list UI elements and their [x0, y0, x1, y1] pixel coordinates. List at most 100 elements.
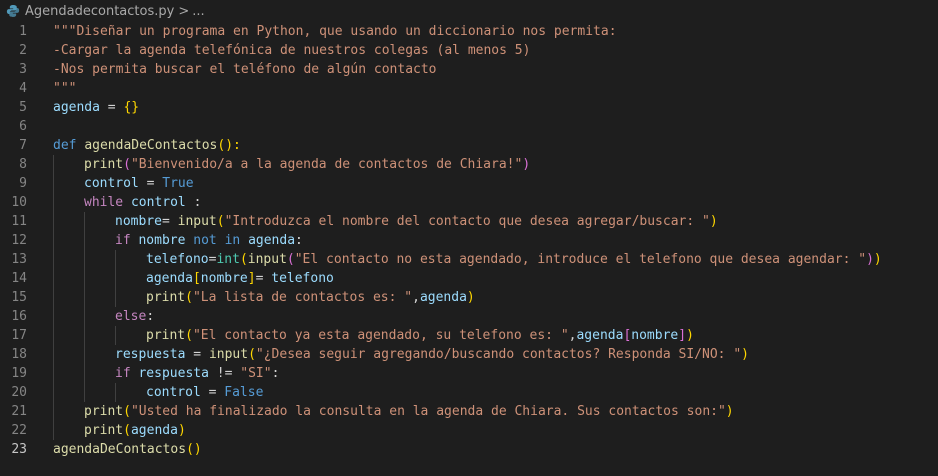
code-token: "Bienvenido/a a la agenda de contactos d…: [130, 157, 523, 172]
code-token: agenda: [146, 271, 193, 286]
code-token: control: [146, 385, 201, 400]
code-token: agenda: [53, 100, 100, 115]
indent-guide: [53, 193, 54, 212]
code-line[interactable]: 12 if nombre not in agenda:: [0, 231, 938, 250]
code-line[interactable]: 6: [0, 117, 938, 136]
code-line[interactable]: 11 nombre= input("Introduzca el nombre de…: [0, 212, 938, 231]
indent-guide: [53, 364, 54, 383]
indent-guide: [53, 155, 54, 174]
code-line[interactable]: 14 agenda[nombre]= telefono: [0, 269, 938, 288]
code-token: =: [99, 100, 124, 115]
code-token: =: [255, 271, 272, 286]
line-number: 18: [11, 347, 27, 362]
indent-guide: [53, 402, 54, 421]
code-text: control = False: [146, 383, 263, 402]
indent-guide: [53, 174, 54, 193]
code-text: print("El contacto ya esta agendado, su …: [146, 326, 694, 345]
line-number: 6: [19, 119, 27, 134]
line-number: 4: [19, 81, 27, 96]
code-line[interactable]: 19 if respuesta != "SI":: [0, 364, 938, 383]
code-line[interactable]: 23 agendaDeContactos(): [0, 440, 938, 459]
code-token: if: [115, 233, 131, 248]
indent-guide: [84, 364, 85, 383]
code-line[interactable]: 9 control = True: [0, 174, 938, 193]
indent-guide: [84, 250, 85, 269]
breadcrumb-more[interactable]: ...: [192, 4, 204, 19]
code-line[interactable]: 5 agenda = {}: [0, 98, 938, 117]
python-file-icon: [6, 5, 20, 17]
code-line[interactable]: 18 respuesta = input("¿Desea seguir agreg…: [0, 345, 938, 364]
code-token: print: [146, 328, 186, 343]
code-line[interactable]: 1 """Diseñar un programa en Python, que u…: [0, 22, 938, 41]
code-token: ): [177, 423, 186, 438]
code-line[interactable]: 10 while control :: [0, 193, 938, 212]
line-number: 14: [11, 271, 27, 286]
code-token: "Usted ha finalizado la consulta en la a…: [130, 404, 726, 419]
code-line[interactable]: 15 print("La lista de contactos es: ",age…: [0, 288, 938, 307]
indent-guide: [53, 383, 54, 402]
code-editor[interactable]: 1 """Diseñar un programa en Python, que u…: [0, 22, 938, 459]
code-token: input: [208, 347, 249, 362]
code-token: {}: [123, 100, 140, 115]
code-token: agendaDeContactos: [84, 138, 218, 153]
code-token: print: [84, 404, 124, 419]
indent-guide: [53, 288, 54, 307]
code-token: ): [709, 214, 718, 229]
code-text: respuesta = input("¿Desea seguir agregan…: [115, 345, 749, 364]
code-line[interactable]: 7 def agendaDeContactos():: [0, 136, 938, 155]
code-token: ]: [247, 271, 256, 286]
indent-guide: [84, 326, 85, 345]
code-line[interactable]: 4 """: [0, 79, 938, 98]
code-line[interactable]: 20 control = False: [0, 383, 938, 402]
code-token: ): [741, 347, 749, 362]
indent-guide: [53, 345, 54, 364]
code-line[interactable]: 22 print(agenda): [0, 421, 938, 440]
code-token: control: [130, 195, 186, 210]
code-token: "SI": [240, 366, 272, 381]
code-token: ]: [678, 328, 687, 343]
code-line[interactable]: 21 print("Usted ha finalizado la consulta…: [0, 402, 938, 421]
indent-guide: [84, 212, 85, 231]
code-text: nombre= input("Introduzca el nombre del …: [115, 212, 718, 231]
code-token: print: [84, 157, 124, 172]
line-number: 7: [19, 138, 27, 153]
indent-guide: [84, 345, 85, 364]
code-token: agenda: [576, 328, 624, 343]
code-token: (: [248, 347, 256, 362]
code-token: agenda: [419, 290, 467, 305]
indent-guide: [115, 269, 116, 288]
indent-guide: [53, 212, 54, 231]
code-text: print("Bienvenido/a a la agenda de conta…: [84, 155, 530, 174]
code-token: -Nos permita buscar el teléfono de algún…: [53, 62, 437, 77]
code-token: (: [123, 157, 131, 172]
code-token: "El contacto ya esta agendado, su telefo…: [192, 328, 569, 343]
code-token: !=: [208, 366, 241, 381]
breadcrumb: Agendadecontactos.py > ...: [0, 0, 938, 22]
code-token: (: [123, 404, 131, 419]
code-token: respuesta: [138, 366, 209, 381]
indent-guide: [115, 326, 116, 345]
code-text: if respuesta != "SI":: [115, 364, 279, 383]
line-number: 13: [11, 252, 27, 267]
code-line[interactable]: 3 -Nos permita buscar el teléfono de algú…: [0, 60, 938, 79]
code-text: if nombre not in agenda:: [115, 231, 303, 250]
line-number: 19: [11, 366, 27, 381]
indent-guide: [84, 231, 85, 250]
code-line[interactable]: 16 else:: [0, 307, 938, 326]
code-token: "¿Desea seguir agregando/buscando contac…: [255, 347, 742, 362]
code-line[interactable]: 17 print("El contacto ya esta agendado, s…: [0, 326, 938, 345]
code-text: print(agenda): [84, 421, 186, 440]
code-text: """: [53, 79, 76, 98]
code-token: :: [271, 366, 280, 381]
code-line[interactable]: 13 telefono=int(input("El contacto no est…: [0, 250, 938, 269]
indent-guide: [53, 326, 54, 345]
line-number: 9: [19, 176, 27, 191]
code-token: :: [146, 309, 155, 324]
code-line[interactable]: 2 -Cargar la agenda telefónica de nuestro…: [0, 41, 938, 60]
code-line[interactable]: 8 print("Bienvenido/a a la agenda de cont…: [0, 155, 938, 174]
code-token: ): [725, 404, 734, 419]
breadcrumb-file-name[interactable]: Agendadecontactos.py: [25, 4, 174, 19]
code-token: print: [146, 290, 186, 305]
indent-guide: [53, 231, 54, 250]
